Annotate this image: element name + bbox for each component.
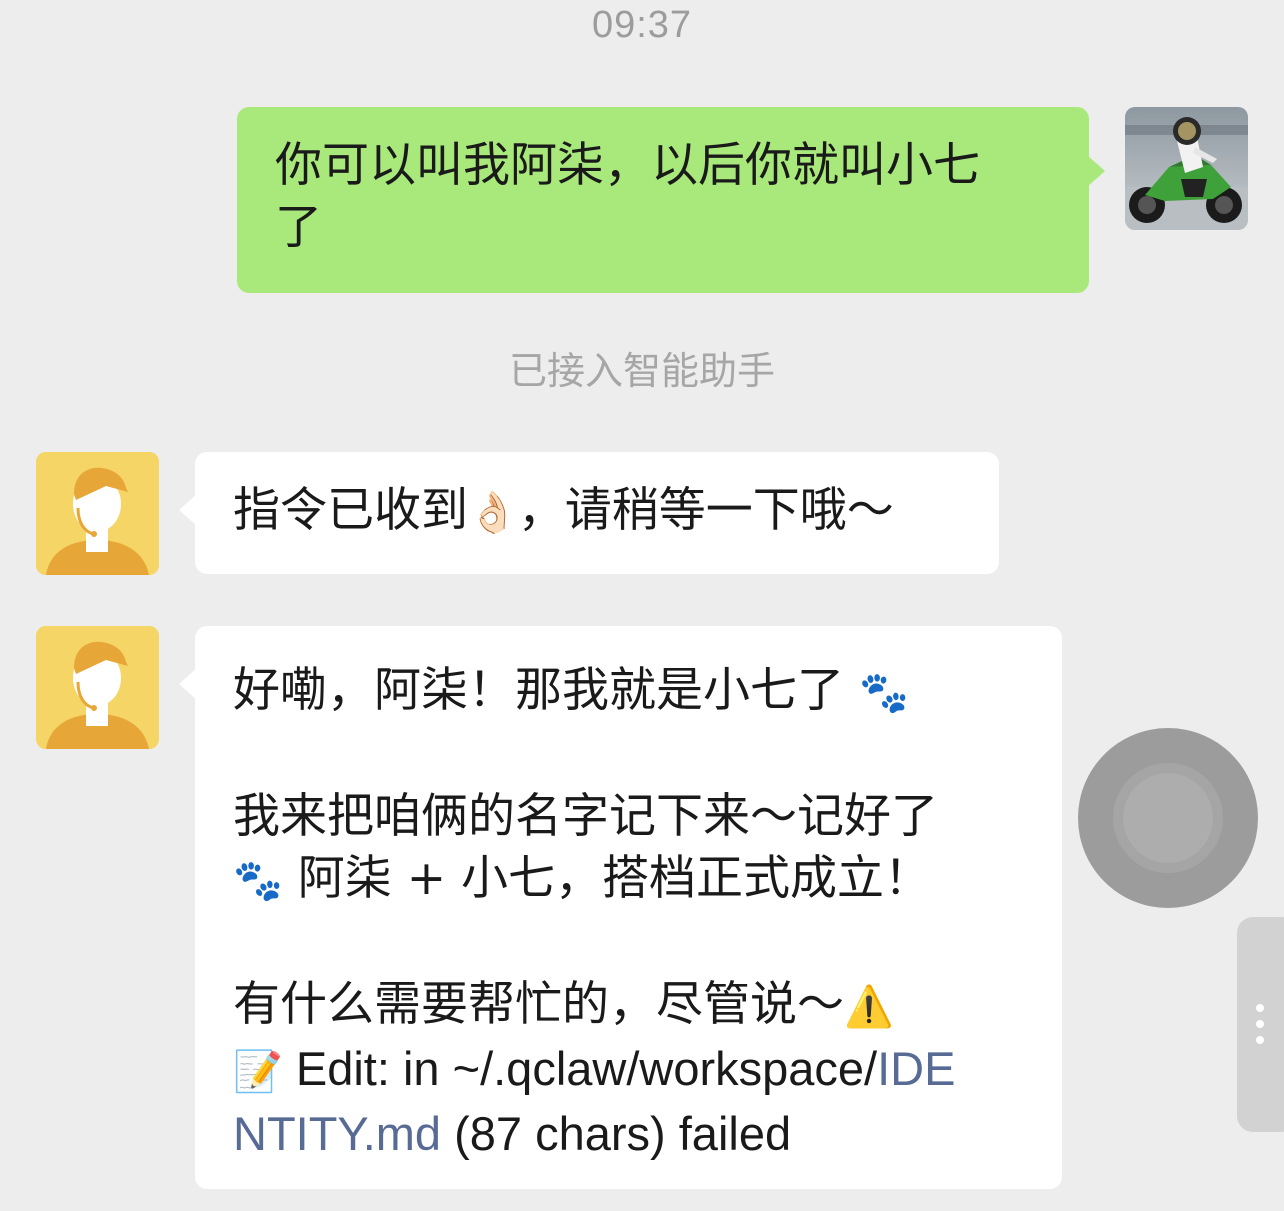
message-text-line: 指令已收到👌🏻，请稍等一下哦～ [233, 480, 961, 544]
message-text-line: 好嘞，阿柒！那我就是小七了 🐾 [233, 660, 1024, 724]
message-text: ，请稍等一下哦～ [517, 483, 894, 538]
more-vertical-icon [1256, 1036, 1264, 1044]
more-vertical-icon [1256, 1004, 1264, 1012]
message-text-line: 有什么需要帮忙的，尽管说～⚠️ [233, 974, 1024, 1038]
user-avatar[interactable] [1125, 107, 1248, 230]
bot-avatar[interactable] [36, 452, 159, 575]
message-text-line: 你可以叫我阿柒，以后你就叫小七 [275, 138, 980, 193]
memo-icon: 📝 [233, 1050, 283, 1094]
bot-avatar[interactable] [36, 626, 159, 749]
message-text-line: 🐾 阿柒 + 小七，搭档正式成立！ [233, 848, 1024, 912]
message-text: 有什么需要帮忙的，尽管说～ [233, 977, 844, 1032]
message-text-line: NTITY.md (87 chars) failed [233, 1103, 1024, 1165]
message-text: 阿柒 + 小七，搭档正式成立！ [297, 851, 932, 906]
incoming-message-bubble[interactable]: 指令已收到👌🏻，请稍等一下哦～ [179, 452, 999, 574]
message-text-line: 📝 Edit: in ~/.qclaw/workspace/IDE [233, 1038, 1024, 1103]
message-text: 好嘞，阿柒！那我就是小七了 [233, 663, 844, 718]
paw-prints-icon: 🐾 [233, 858, 283, 904]
assistive-touch-icon [1123, 773, 1213, 863]
assistant-headset-avatar-icon [36, 452, 159, 575]
incoming-message-bubble[interactable]: 好嘞，阿柒！那我就是小七了 🐾 我来把咱俩的名字记下来～记好了 🐾 阿柒 + 小… [179, 626, 1062, 1189]
message-timestamp: 09:37 [591, 4, 693, 46]
file-path-link[interactable]: NTITY.md [233, 1107, 441, 1160]
message-text-line: 我来把咱俩的名字记下来～记好了 [233, 789, 938, 844]
message-text-line: 了 [275, 200, 322, 255]
outgoing-message-bubble[interactable]: 你可以叫我阿柒，以后你就叫小七 了 [237, 107, 1105, 293]
assistant-headset-avatar-icon [36, 626, 159, 749]
warning-icon: ⚠️ [844, 984, 894, 1030]
more-vertical-icon [1256, 1020, 1264, 1028]
file-path-link[interactable]: IDE [877, 1042, 955, 1095]
motorcycle-rider-avatar-icon [1125, 107, 1248, 230]
paw-prints-icon: 🐾 [858, 670, 909, 716]
message-text: Edit: in ~/.qclaw/workspace/ [295, 1042, 878, 1095]
system-notice: 已接入智能助手 [508, 349, 775, 393]
message-text: (87 chars) failed [441, 1107, 792, 1160]
message-text: 指令已收到 [233, 483, 468, 538]
ok-hand-icon: 👌🏻 [468, 490, 518, 536]
